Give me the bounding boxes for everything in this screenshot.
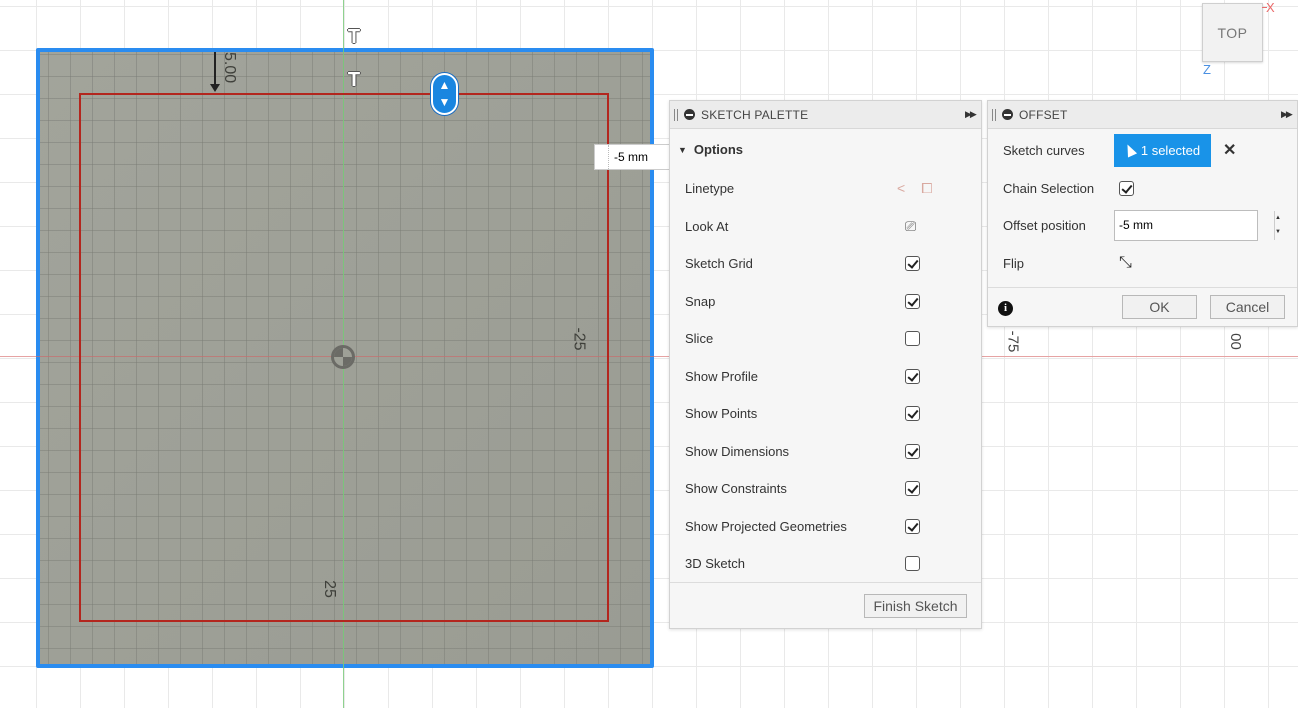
- palette-row-3d-sketch: 3D Sketch: [685, 553, 975, 573]
- palette-row-show-dimensions: Show Dimensions: [685, 441, 975, 461]
- arrow-up-icon: ▲: [438, 78, 451, 92]
- show-projected-geometries-checkbox[interactable]: [905, 518, 920, 534]
- offset-dialog: OFFSET ▶▶ Sketch curves 1 selected ✕ Cha…: [987, 100, 1298, 327]
- palette-row-look-at: Look At ⎚: [685, 216, 975, 236]
- flip-direction-icon[interactable]: ⤡: [1119, 254, 1132, 272]
- offset-position-spinner[interactable]: ▲ ▼: [1274, 210, 1281, 240]
- collapse-icon[interactable]: [684, 109, 695, 120]
- construction-linetype-icon[interactable]: <: [897, 180, 905, 197]
- show-points-checkbox[interactable]: [905, 405, 920, 421]
- ok-button[interactable]: OK: [1122, 295, 1197, 319]
- sketch-palette-header[interactable]: SKETCH PALETTE ▶▶: [670, 101, 981, 129]
- row-label: Linetype: [685, 180, 735, 196]
- viewcube[interactable]: TOP: [1202, 3, 1263, 62]
- flip-label: Flip: [1003, 255, 1024, 271]
- 3d-sketch-checkbox[interactable]: [905, 555, 920, 571]
- row-label: Show Points: [685, 405, 758, 421]
- panel-grip-icon[interactable]: [992, 108, 996, 121]
- offset-row-flip: Flip ⤡: [1003, 247, 1132, 279]
- finish-sketch-button[interactable]: Finish Sketch: [864, 594, 967, 618]
- palette-row-show-constraints: Show Constraints: [685, 478, 975, 498]
- row-label: Show Constraints: [685, 480, 787, 496]
- offset-dialog-footer: i OK Cancel: [988, 287, 1297, 327]
- row-label: Show Projected Geometries: [685, 518, 847, 534]
- chain-selection-label: Chain Selection: [1003, 180, 1095, 196]
- snap-checkbox[interactable]: [905, 293, 920, 309]
- expand-panel-icon[interactable]: ▶▶: [1281, 109, 1297, 120]
- palette-row-show-projected-geometries: Show Projected Geometries: [685, 516, 975, 536]
- offset-position-label: Offset position: [1003, 217, 1086, 233]
- cancel-button[interactable]: Cancel: [1210, 295, 1285, 319]
- offset-position-input[interactable]: ▲ ▼: [1114, 209, 1281, 241]
- palette-row-slice: Slice: [685, 328, 975, 348]
- offset-flip-handle[interactable]: ▲ ▼: [431, 73, 458, 115]
- tangent-constraint-icon[interactable]: T: [343, 27, 365, 47]
- dimension-right[interactable]: -25: [570, 327, 588, 350]
- spin-up-icon[interactable]: ▲: [1275, 215, 1281, 221]
- dimension-arrow-icon: [210, 52, 220, 92]
- offset-dialog-title: OFFSET: [1019, 107, 1068, 122]
- sketch-curves-label: Sketch curves: [1003, 142, 1085, 158]
- show-dimensions-checkbox[interactable]: [905, 443, 920, 459]
- row-label: Snap: [685, 293, 716, 309]
- info-icon[interactable]: i: [998, 301, 1013, 316]
- palette-row-snap: Snap: [685, 291, 975, 311]
- chain-selection-checkbox[interactable]: [1119, 180, 1134, 196]
- dimension-top[interactable]: 5.00: [220, 52, 238, 83]
- palette-row-sketch-grid: Sketch Grid: [685, 253, 975, 273]
- origin-point-icon[interactable]: [331, 345, 355, 369]
- offset-row-sketch-curves: Sketch curves 1 selected ✕: [1003, 133, 1236, 167]
- dimension-bottom[interactable]: 25: [320, 580, 338, 598]
- row-label: Show Dimensions: [685, 443, 790, 459]
- row-label: Show Profile: [685, 368, 758, 384]
- expand-panel-icon[interactable]: ▶▶: [965, 109, 981, 120]
- show-constraints-checkbox[interactable]: [905, 480, 920, 496]
- cursor-arrow-icon: [1122, 142, 1137, 158]
- spin-down-icon[interactable]: ▼: [1275, 229, 1281, 235]
- offset-row-offset-position: Offset position ▲ ▼: [1003, 209, 1281, 241]
- collapse-icon[interactable]: [1002, 109, 1013, 120]
- tangent-constraint-icon[interactable]: T: [343, 70, 365, 90]
- sketch-palette-footer: Finish Sketch: [670, 582, 981, 628]
- options-section-header[interactable]: ▼ Options: [678, 142, 743, 157]
- selection-count: 1 selected: [1140, 142, 1201, 158]
- row-label: 3D Sketch: [685, 555, 745, 571]
- ruler-label: 00: [1226, 333, 1244, 350]
- viewcube-z-label: Z: [1203, 62, 1211, 77]
- drag-grip-icon[interactable]: [595, 145, 609, 169]
- sketch-palette-panel: SKETCH PALETTE ▶▶ ▼ Options Linetype < ⧠…: [669, 100, 982, 629]
- offset-row-chain-selection: Chain Selection: [1003, 172, 1134, 204]
- viewcube-x-label: X: [1266, 0, 1275, 15]
- sketch-grid-checkbox[interactable]: [905, 255, 920, 271]
- viewcube-face-label: TOP: [1217, 24, 1248, 41]
- options-heading: Options: [693, 142, 744, 157]
- look-at-icon[interactable]: ⎚: [905, 218, 916, 235]
- arrow-down-icon: ▼: [438, 95, 451, 109]
- show-profile-checkbox[interactable]: [905, 368, 920, 384]
- palette-row-show-points: Show Points: [685, 403, 975, 423]
- row-label: Sketch Grid: [685, 255, 753, 271]
- ruler-label: -75: [1004, 330, 1022, 353]
- palette-row-show-profile: Show Profile: [685, 366, 975, 386]
- chevron-down-icon: ▼: [678, 144, 687, 155]
- clear-selection-icon[interactable]: ✕: [1223, 140, 1236, 160]
- palette-row-linetype: Linetype < ⧠: [685, 178, 975, 198]
- sketch-palette-title: SKETCH PALETTE: [701, 107, 809, 122]
- offset-position-field[interactable]: [1115, 218, 1274, 232]
- centerline-linetype-icon[interactable]: ⧠: [921, 180, 932, 197]
- row-label: Look At: [685, 218, 729, 234]
- panel-grip-icon[interactable]: [674, 108, 678, 121]
- row-label: Slice: [685, 330, 714, 346]
- sketch-curves-selection-button[interactable]: 1 selected: [1114, 133, 1211, 167]
- offset-dialog-header[interactable]: OFFSET ▶▶: [988, 101, 1297, 129]
- slice-checkbox[interactable]: [905, 330, 920, 346]
